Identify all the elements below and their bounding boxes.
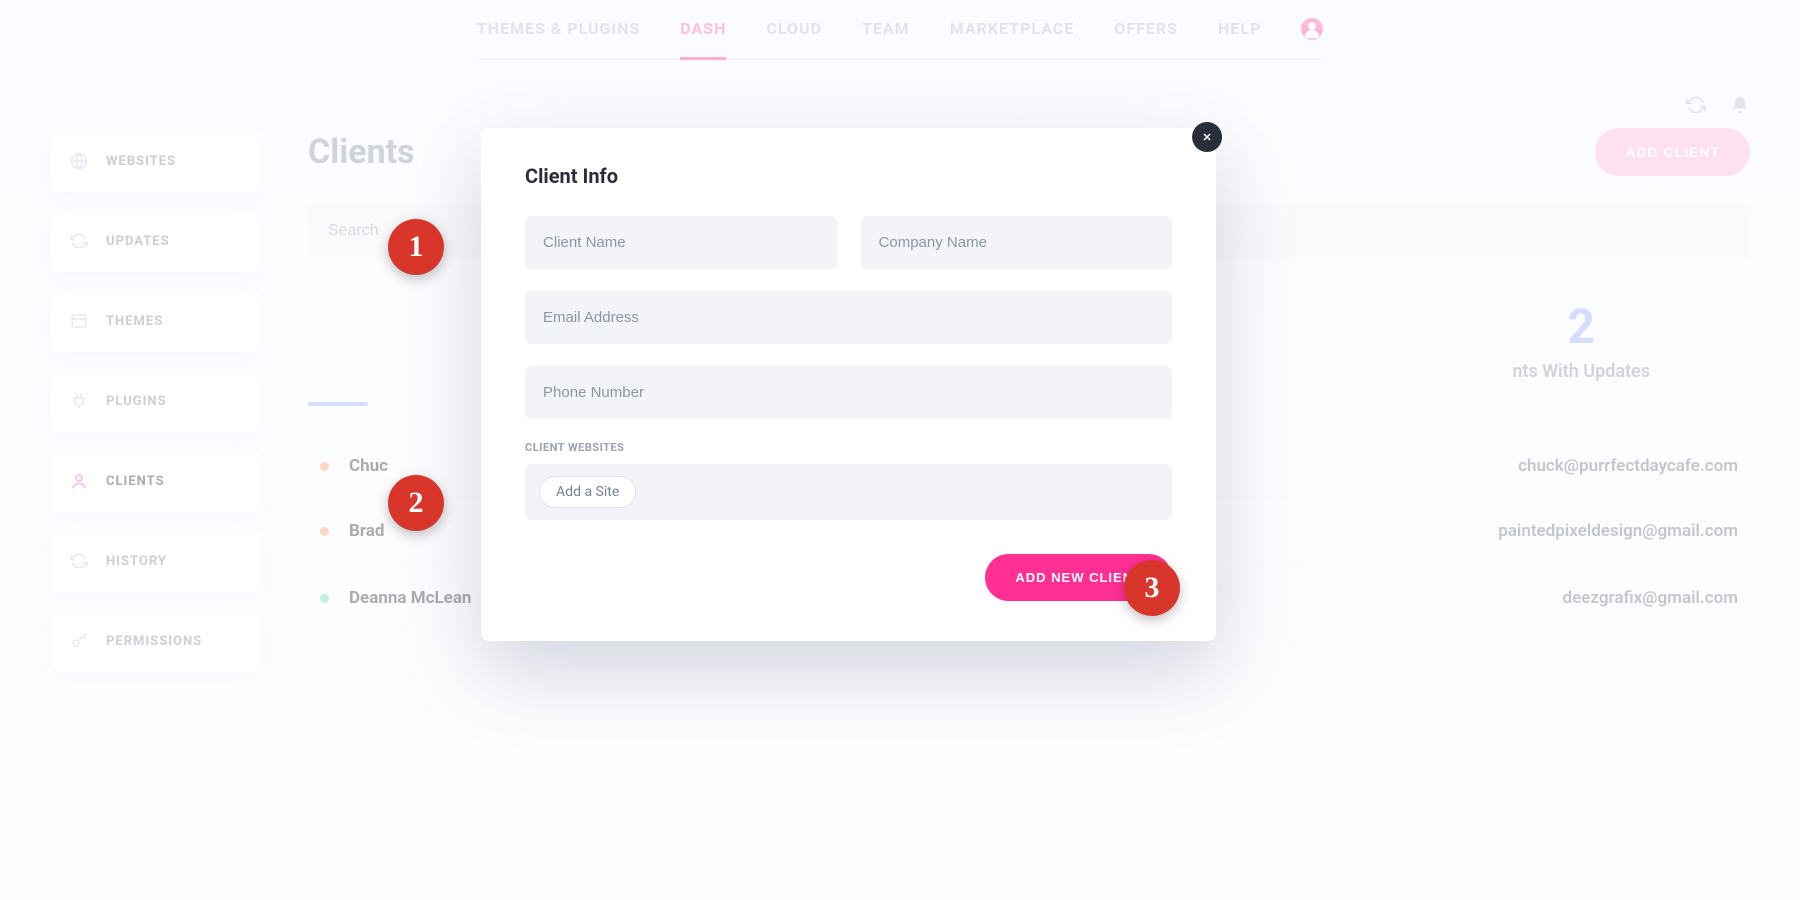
modal-title: Client Info [525,164,1172,188]
close-button[interactable] [1192,122,1222,152]
close-icon [1201,131,1213,143]
email-input[interactable] [525,291,1172,344]
annotation-2: 2 [388,475,444,531]
client-name-input[interactable] [525,216,837,269]
client-websites-label: CLIENT WEBSITES [525,441,1172,454]
annotation-1: 1 [388,219,444,275]
company-name-input[interactable] [861,216,1173,269]
sites-box: Add a Site [525,464,1172,520]
annotation-3: 3 [1124,560,1180,616]
phone-input[interactable] [525,366,1172,419]
client-info-modal: Client Info CLIENT WEBSITES Add a Site A… [481,128,1216,641]
add-site-chip[interactable]: Add a Site [539,476,636,508]
